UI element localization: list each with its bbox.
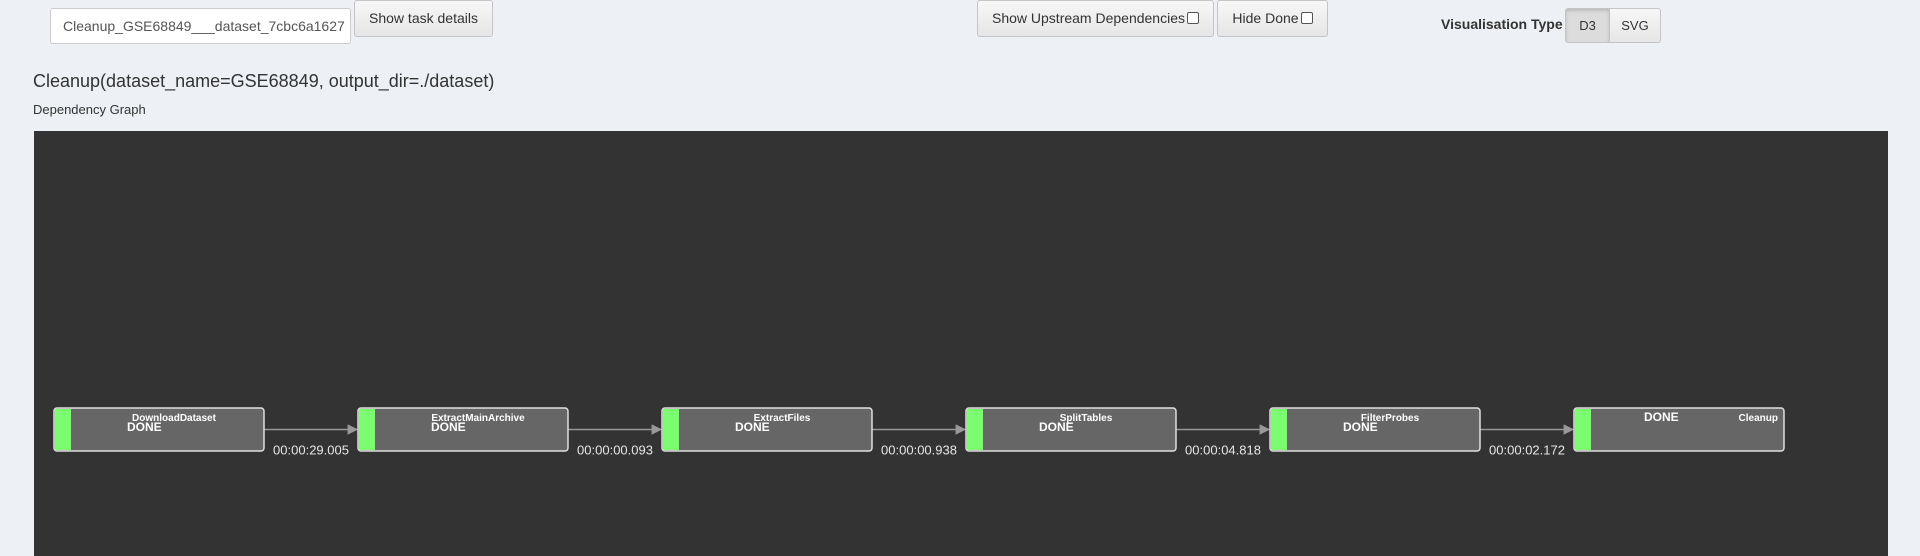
show-upstream-checkbox[interactable] <box>1187 12 1199 24</box>
task-status-label: DONE <box>431 420 466 434</box>
task-node-DownloadDataset[interactable]: DownloadDatasetDONE <box>53 407 265 452</box>
hide-done-checkbox[interactable] <box>1300 12 1313 24</box>
show-upstream-dependencies-toggle[interactable]: Show Upstream Dependencies <box>977 0 1214 37</box>
status-indicator <box>967 409 983 450</box>
toolbar: Cleanup_GSE68849___dataset_7cbc6a1627 Sh… <box>0 0 1920 60</box>
task-name-label: Cleanup <box>1739 413 1778 424</box>
show-upstream-label: Show Upstream Dependencies <box>992 10 1185 26</box>
edge-duration-label: 00:00:00.938 <box>881 443 957 458</box>
task-status-label: DONE <box>1644 410 1679 424</box>
edge-duration-label: 00:00:04.818 <box>1185 443 1261 458</box>
show-task-details-button[interactable]: Show task details <box>354 0 493 37</box>
dependency-graph-canvas: 00:00:29.005 00:00:00.093 00:00:00.938 00:0… <box>53 407 1785 458</box>
visualisation-type-label: Visualisation Type <box>1441 16 1563 32</box>
task-status-label: DONE <box>1343 420 1378 434</box>
edge-duration-label: 00:00:02.172 <box>1489 443 1565 458</box>
hide-done-label: Hide Done <box>1232 10 1299 26</box>
edge-duration-label: 00:00:29.005 <box>273 443 349 458</box>
status-indicator <box>55 409 71 450</box>
status-indicator <box>663 409 679 450</box>
task-id-field[interactable]: Cleanup_GSE68849___dataset_7cbc6a1627 <box>50 8 351 44</box>
task-node-Cleanup[interactable]: Cleanup DONE <box>1573 407 1785 452</box>
task-node-SplitTables[interactable]: SplitTablesDONE <box>965 407 1177 452</box>
status-indicator <box>1271 409 1287 450</box>
dependency-graph[interactable]: 00:00:29.005 00:00:00.093 00:00:00.938 00:0… <box>34 131 1888 556</box>
vis-option-d3[interactable]: D3 <box>1565 8 1610 43</box>
task-status-label: DONE <box>127 420 162 434</box>
task-node-ExtractMainArchive[interactable]: ExtractMainArchiveDONE <box>357 407 569 452</box>
status-indicator <box>1575 409 1591 450</box>
task-status-label: DONE <box>1039 420 1074 434</box>
task-status-label: DONE <box>735 420 770 434</box>
edge-duration-label: 00:00:00.093 <box>577 443 653 458</box>
hide-done-toggle[interactable]: Hide Done <box>1217 0 1328 37</box>
task-node-ExtractFiles[interactable]: ExtractFilesDONE <box>661 407 873 452</box>
vis-option-svg[interactable]: SVG <box>1609 8 1661 43</box>
graph-label: Dependency Graph <box>33 102 146 117</box>
status-indicator <box>359 409 375 450</box>
task-node-FilterProbes[interactable]: FilterProbesDONE <box>1269 407 1481 452</box>
page-title: Cleanup(dataset_name=GSE68849, output_di… <box>33 71 495 91</box>
